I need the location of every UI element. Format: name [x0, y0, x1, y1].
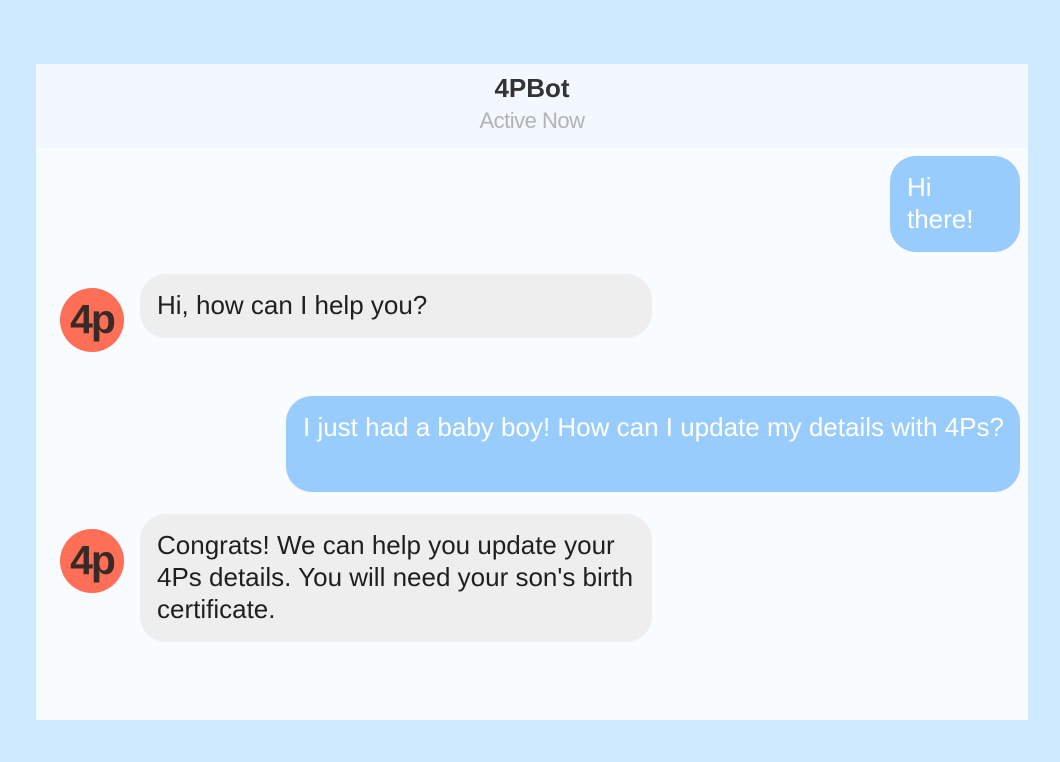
- bot-name: 4PBot: [494, 73, 570, 103]
- bot-status: Active Now: [479, 108, 585, 133]
- chat-header: 4PBot Active Now: [36, 64, 1028, 148]
- bot-avatar: 4p: [60, 529, 124, 593]
- user-message-bubble: Hi there!: [890, 156, 1020, 252]
- bot-message-bubble: Hi, how can I help you?: [140, 274, 652, 338]
- chat-window: 4PBot Active Now Hi there! 4p Hi, how ca…: [36, 64, 1028, 720]
- bot-message-bubble: Congrats! We can help you update your 4P…: [140, 514, 652, 642]
- bot-avatar: 4p: [60, 288, 124, 352]
- user-message-bubble: I just had a baby boy! How can I update …: [286, 396, 1020, 492]
